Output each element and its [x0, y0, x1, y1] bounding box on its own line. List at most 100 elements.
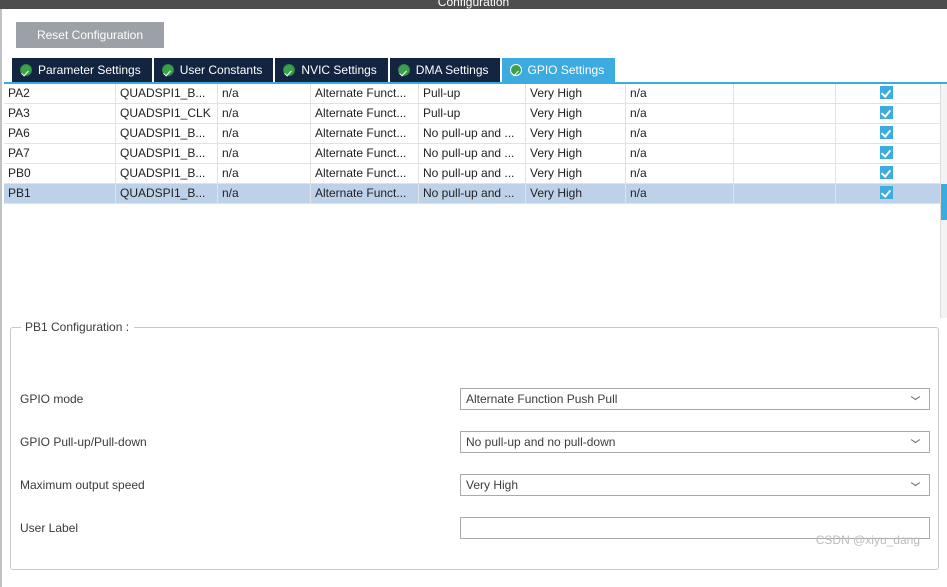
cell-max-speed: Very High: [526, 144, 626, 163]
tab-parameter-settings[interactable]: Parameter Settings: [12, 58, 154, 82]
cell-gpio-pull: No pull-up and ...: [419, 164, 526, 183]
checkbox-checked-icon[interactable]: [880, 126, 893, 140]
cell-user-label: [734, 164, 836, 183]
groupbox-legend: PB1 Configuration :: [21, 320, 135, 334]
cell-modified-checkbox[interactable]: [836, 124, 937, 143]
cell-fast-mode: n/a: [626, 104, 734, 123]
tab-bar-left-pad: [0, 58, 12, 82]
table-row[interactable]: PB0 QUADSPI1_B... n/a Alternate Funct... No …: [4, 164, 941, 184]
cell-gpio-mode: Alternate Funct...: [311, 164, 419, 183]
field-row: GPIO mode Alternate Function Push Pull: [11, 388, 940, 410]
dropdown-gpio-mode[interactable]: Alternate Function Push Pull: [460, 388, 930, 410]
cell-max-speed: Very High: [526, 164, 626, 183]
tab-gpio-settings[interactable]: GPIO Settings: [501, 58, 616, 82]
window-bottom-pad: [2, 572, 947, 587]
field-label: User Label: [20, 521, 79, 535]
cell-gpio-output-level: n/a: [218, 144, 311, 163]
cell-fast-mode: n/a: [626, 124, 734, 143]
cell-modified-checkbox[interactable]: [836, 144, 937, 163]
field-label: Maximum output speed: [20, 478, 145, 492]
checkbox-checked-icon[interactable]: [880, 86, 893, 100]
table-row[interactable]: PA2 QUADSPI1_B... n/a Alternate Funct... Pul…: [4, 84, 941, 104]
cell-fast-mode: n/a: [626, 164, 734, 183]
check-circle-icon: [161, 64, 174, 76]
cell-pin: PA6: [4, 124, 116, 143]
cell-pin: PA3: [4, 104, 116, 123]
tab-bar: Parameter Settings User Constants NVIC Set…: [0, 58, 947, 82]
dropdown-maximum-output-speed[interactable]: Very High: [460, 474, 930, 496]
gpio-pin-table[interactable]: PA2 QUADSPI1_B... n/a Alternate Funct... Pul…: [0, 82, 947, 318]
check-circle-icon: [509, 64, 522, 76]
cell-gpio-mode: Alternate Funct...: [311, 184, 419, 203]
cell-signal: QUADSPI1_CLK: [116, 104, 218, 123]
tab-nvic-settings[interactable]: NVIC Settings: [275, 58, 390, 82]
cell-max-speed: Very High: [526, 84, 626, 103]
cell-modified-checkbox[interactable]: [836, 104, 937, 123]
cell-modified-checkbox[interactable]: [836, 84, 937, 103]
tab-label: GPIO Settings: [527, 63, 605, 77]
chevron-down-icon[interactable]: [911, 396, 920, 401]
tab-label: NVIC Settings: [301, 63, 377, 77]
watermark: CSDN @xiyu_dang: [815, 533, 920, 547]
cell-pin: PA2: [4, 84, 116, 103]
cell-user-label: [734, 144, 836, 163]
cell-gpio-mode: Alternate Funct...: [311, 144, 419, 163]
checkbox-checked-icon[interactable]: [880, 146, 893, 160]
checkbox-checked-icon[interactable]: [880, 186, 893, 200]
cell-user-label: [734, 124, 836, 143]
cell-gpio-output-level: n/a: [218, 104, 311, 123]
field-value: No pull-up and no pull-down: [466, 435, 616, 449]
cell-gpio-output-level: n/a: [218, 84, 311, 103]
cell-max-speed: Very High: [526, 124, 626, 143]
pin-configuration-groupbox: PB1 Configuration : GPIO mode Alternate F…: [10, 320, 940, 570]
cell-gpio-output-level: n/a: [218, 124, 311, 143]
window-titlebar: Configuration: [0, 0, 947, 9]
table-row[interactable]: PA7 QUADSPI1_B... n/a Alternate Funct... No …: [4, 144, 941, 164]
cell-gpio-pull: Pull-up: [419, 84, 526, 103]
check-circle-icon: [20, 64, 32, 76]
toolbar: Reset Configuration: [0, 9, 947, 56]
dropdown-gpio-pull-up-pull-down[interactable]: No pull-up and no pull-down: [460, 431, 930, 453]
cell-gpio-pull: No pull-up and ...: [419, 124, 526, 143]
tab-user-constants[interactable]: User Constants: [153, 58, 276, 82]
cell-signal: QUADSPI1_B...: [116, 124, 218, 143]
cell-gpio-mode: Alternate Funct...: [311, 124, 419, 143]
cell-gpio-pull: No pull-up and ...: [419, 184, 526, 203]
tab-label: User Constants: [179, 63, 263, 77]
table-row[interactable]: PB1 QUADSPI1_B... n/a Alternate Funct... No …: [4, 184, 941, 204]
cell-gpio-mode: Alternate Funct...: [311, 84, 419, 103]
field-value: Very High: [466, 478, 519, 492]
tab-label: DMA Settings: [415, 63, 489, 77]
cell-gpio-mode: Alternate Funct...: [311, 104, 419, 123]
table-row[interactable]: PA6 QUADSPI1_B... n/a Alternate Funct... No …: [4, 124, 941, 144]
table-vertical-scrollbar[interactable]: [940, 84, 947, 318]
scrollbar-thumb[interactable]: [941, 184, 947, 220]
cell-fast-mode: n/a: [626, 184, 734, 203]
tab-dma-settings[interactable]: DMA Settings: [389, 58, 502, 82]
cell-fast-mode: n/a: [626, 144, 734, 163]
cell-pin: PA7: [4, 144, 116, 163]
chevron-down-icon[interactable]: [911, 439, 920, 444]
table-row[interactable]: PA3 QUADSPI1_CLK n/a Alternate Funct... Pull…: [4, 104, 941, 124]
check-circle-icon: [397, 64, 410, 76]
cell-signal: QUADSPI1_B...: [116, 184, 218, 203]
configuration-window: Configuration Reset Configuration Parame…: [0, 0, 947, 587]
cell-signal: QUADSPI1_B...: [116, 164, 218, 183]
cell-modified-checkbox[interactable]: [836, 184, 937, 203]
check-circle-icon: [283, 64, 296, 76]
field-label: GPIO Pull-up/Pull-down: [20, 435, 147, 449]
chevron-down-icon[interactable]: [911, 482, 920, 487]
checkbox-checked-icon[interactable]: [880, 166, 893, 180]
checkbox-checked-icon[interactable]: [880, 106, 893, 120]
field-value: Alternate Function Push Pull: [466, 392, 618, 406]
cell-signal: QUADSPI1_B...: [116, 144, 218, 163]
field-row: GPIO Pull-up/Pull-down No pull-up and no …: [11, 431, 940, 453]
cell-max-speed: Very High: [526, 184, 626, 203]
cell-modified-checkbox[interactable]: [836, 164, 937, 183]
reset-configuration-button[interactable]: Reset Configuration: [16, 22, 164, 48]
cell-user-label: [734, 84, 836, 103]
window-title: Configuration: [437, 0, 510, 9]
cell-gpio-pull: Pull-up: [419, 104, 526, 123]
cell-user-label: [734, 104, 836, 123]
tab-label: Parameter Settings: [38, 63, 141, 77]
